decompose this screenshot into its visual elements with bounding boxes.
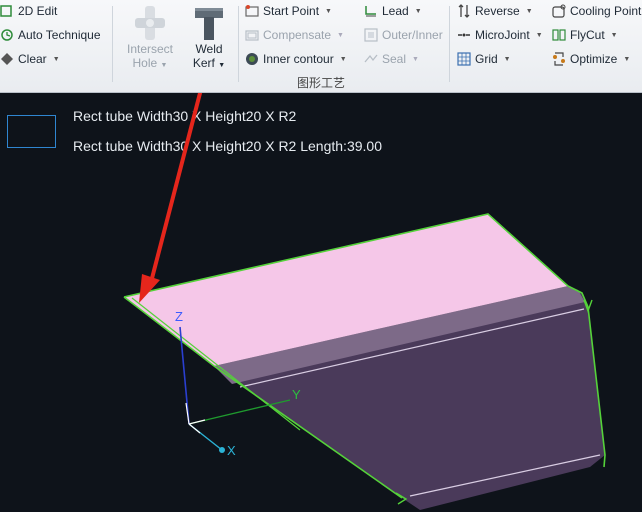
- seal-icon: [364, 52, 378, 66]
- axis-y-label: Y: [292, 387, 301, 402]
- ribbon-separator: [449, 6, 450, 82]
- reverse-label: Reverse: [475, 4, 520, 18]
- lead-icon: [364, 4, 378, 18]
- optimize-label: Optimize: [570, 52, 618, 66]
- start-point-dropdown-icon[interactable]: ▼: [325, 8, 332, 15]
- lead-button[interactable]: Lead ▼: [364, 0, 422, 22]
- microjoint-button[interactable]: MicroJoint ▼: [457, 24, 543, 46]
- clear-button[interactable]: Clear ▼: [0, 48, 60, 70]
- optimize-dropdown-icon[interactable]: ▼: [623, 56, 630, 63]
- reverse-icon: [457, 4, 471, 18]
- reverse-dropdown-icon[interactable]: ▼: [526, 8, 533, 15]
- inner-contour-icon: [245, 52, 259, 66]
- start-point-button[interactable]: Start Point ▼: [245, 0, 332, 22]
- grid-button[interactable]: Grid ▼: [457, 48, 511, 70]
- seal-label: Seal: [382, 52, 407, 66]
- 2d-edit-icon: [0, 4, 14, 18]
- cooling-point-button[interactable]: Cooling Point: [552, 0, 641, 22]
- pointer-arrow-shaft: [148, 93, 203, 287]
- 2d-edit-button[interactable]: 2D Edit: [0, 0, 57, 22]
- grid-label: Grid: [475, 52, 498, 66]
- clear-dropdown-icon[interactable]: ▼: [53, 56, 60, 63]
- compensate-button[interactable]: Compensate ▼: [245, 24, 344, 46]
- outer-inner-label: Outer/Inner: [382, 28, 443, 42]
- compensate-dropdown-icon[interactable]: ▼: [337, 32, 344, 39]
- inner-contour-button[interactable]: Inner contour ▼: [245, 48, 347, 70]
- cooling-point-icon: [552, 4, 566, 18]
- clear-icon: [0, 52, 14, 66]
- flycut-button[interactable]: FlyCut ▼: [552, 24, 618, 46]
- weld-kerf-label-1: Weld: [195, 42, 223, 56]
- flycut-icon: [552, 28, 566, 42]
- ribbon-separator: [238, 6, 239, 82]
- outer-inner-icon: [364, 28, 378, 42]
- ribbon-separator: [112, 6, 113, 82]
- outer-inner-button[interactable]: Outer/Inner: [364, 24, 443, 46]
- auto-technique-button[interactable]: Auto Technique: [0, 24, 101, 46]
- weld-kerf-dropdown-icon[interactable]: ▼: [218, 62, 225, 69]
- weld-kerf-button[interactable]: Weld Kerf ▼: [178, 2, 240, 74]
- intersect-hole-label-1: Intersect: [126, 42, 174, 56]
- flycut-dropdown-icon[interactable]: ▼: [611, 32, 618, 39]
- microjoint-dropdown-icon[interactable]: ▼: [536, 32, 543, 39]
- intersect-hole-label-2: Hole ▼: [119, 56, 181, 73]
- start-point-label: Start Point: [263, 4, 320, 18]
- ribbon-group-title: 图形工艺: [296, 76, 345, 90]
- compensate-label: Compensate: [263, 28, 332, 42]
- axis-origin-stub: [188, 423, 201, 434]
- 2d-edit-label: 2D Edit: [18, 4, 58, 18]
- cooling-point-label: Cooling Point: [570, 4, 642, 18]
- weld-kerf-label-2-text: Kerf: [192, 56, 215, 70]
- axis-x-end: [219, 447, 225, 453]
- grid-icon: [457, 52, 471, 66]
- start-point-icon: [245, 4, 259, 18]
- flycut-label: FlyCut: [570, 28, 605, 42]
- intersect-hole-dropdown-icon[interactable]: ▼: [161, 62, 168, 69]
- clear-label: Clear: [18, 52, 47, 66]
- weld-kerf-icon: [195, 8, 223, 40]
- optimize-icon: [552, 52, 566, 66]
- lead-label: Lead: [382, 4, 409, 18]
- axis-x-label: X: [227, 443, 236, 458]
- intersect-hole-button[interactable]: Intersect Hole ▼: [119, 2, 181, 74]
- inner-contour-dropdown-icon[interactable]: ▼: [340, 56, 347, 63]
- ribbon-toolbar: 2D Edit Auto Technique Clear ▼ Intersect…: [0, 0, 642, 93]
- reverse-button[interactable]: Reverse ▼: [457, 0, 533, 22]
- seal-dropdown-icon[interactable]: ▼: [412, 56, 419, 63]
- seal-button[interactable]: Seal ▼: [364, 48, 419, 70]
- compensate-icon: [245, 28, 259, 42]
- weld-kerf-label-2: Kerf ▼: [178, 56, 240, 73]
- optimize-button[interactable]: Optimize ▼: [552, 48, 630, 70]
- tube-model-scene: Z Y X: [123, 93, 606, 510]
- auto-technique-label: Auto Technique: [18, 28, 101, 42]
- axis-origin-stub: [188, 419, 206, 425]
- auto-technique-icon: [0, 28, 14, 42]
- lead-dropdown-icon[interactable]: ▼: [415, 8, 422, 15]
- 3d-viewport[interactable]: Rect tube Width30 X Height20 X R2 Rect t…: [0, 93, 642, 512]
- intersect-hole-icon: [135, 6, 165, 40]
- intersect-hole-label-2-text: Hole: [132, 56, 158, 70]
- grid-dropdown-icon[interactable]: ▼: [504, 56, 511, 63]
- inner-contour-label: Inner contour: [263, 52, 334, 66]
- microjoint-label: MicroJoint: [475, 28, 530, 42]
- microjoint-icon: [457, 28, 471, 42]
- axis-z-label: Z: [175, 309, 183, 324]
